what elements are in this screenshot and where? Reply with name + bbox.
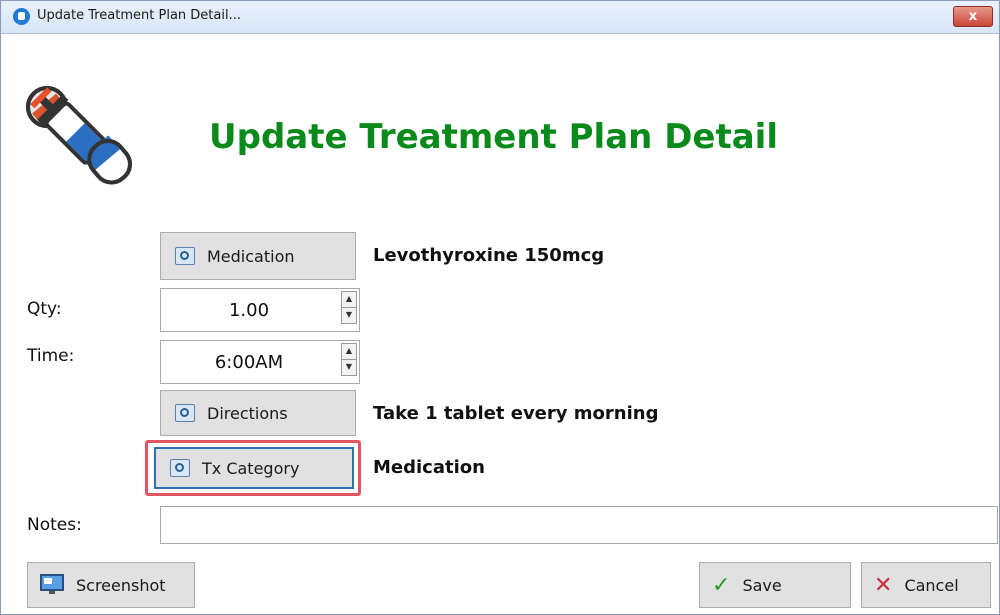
page-title: Update Treatment Plan Detail: [209, 117, 778, 157]
notes-label: Notes:: [27, 515, 82, 535]
qty-spinner[interactable]: ▲ ▼: [160, 288, 360, 332]
tx-category-button-label: Tx Category: [202, 458, 300, 478]
window-title: Update Treatment Plan Detail...: [37, 8, 241, 23]
directions-button-label: Directions: [207, 403, 288, 423]
lookup-icon: [175, 404, 195, 422]
screenshot-button-label: Screenshot: [76, 575, 166, 595]
screenshot-button[interactable]: Screenshot: [27, 562, 195, 608]
close-button[interactable]: x: [953, 6, 993, 27]
qty-spin-arrows: ▲ ▼: [341, 291, 357, 325]
spin-up-icon[interactable]: ▲: [341, 291, 357, 308]
qty-label: Qty:: [27, 299, 62, 319]
medication-button[interactable]: Medication: [160, 232, 356, 280]
directions-value: Take 1 tablet every morning: [373, 403, 659, 424]
app-icon: [13, 8, 30, 25]
spin-down-icon[interactable]: ▼: [341, 307, 357, 324]
time-spin-arrows: ▲ ▼: [341, 343, 357, 377]
medication-value: Levothyroxine 150mcg: [373, 245, 605, 266]
cancel-button-label: Cancel: [904, 575, 959, 595]
save-button-label: Save: [742, 575, 782, 595]
save-button[interactable]: ✓ Save: [699, 562, 851, 608]
qty-input[interactable]: [161, 289, 337, 331]
cancel-button[interactable]: ✕ Cancel: [861, 562, 991, 608]
directions-button[interactable]: Directions: [160, 390, 356, 436]
notes-field[interactable]: [160, 506, 998, 544]
medication-hero-icon: [26, 86, 132, 185]
spin-down-icon[interactable]: ▼: [341, 359, 357, 376]
screenshot-icon: [40, 574, 64, 594]
time-spinner[interactable]: ▲ ▼: [160, 340, 360, 384]
tx-category-value: Medication: [373, 457, 485, 478]
time-input[interactable]: [161, 341, 337, 383]
medication-button-label: Medication: [207, 246, 295, 266]
check-icon: ✓: [712, 572, 731, 598]
time-label: Time:: [27, 346, 75, 366]
lookup-icon: [170, 459, 190, 477]
dialog-window: Update Treatment Plan Detail... x Update…: [0, 0, 1000, 615]
lookup-icon: [175, 247, 195, 265]
spin-up-icon[interactable]: ▲: [341, 343, 357, 360]
x-icon: ✕: [874, 572, 893, 598]
title-bar[interactable]: Update Treatment Plan Detail... x: [1, 1, 999, 34]
tx-category-button[interactable]: Tx Category: [154, 447, 354, 489]
